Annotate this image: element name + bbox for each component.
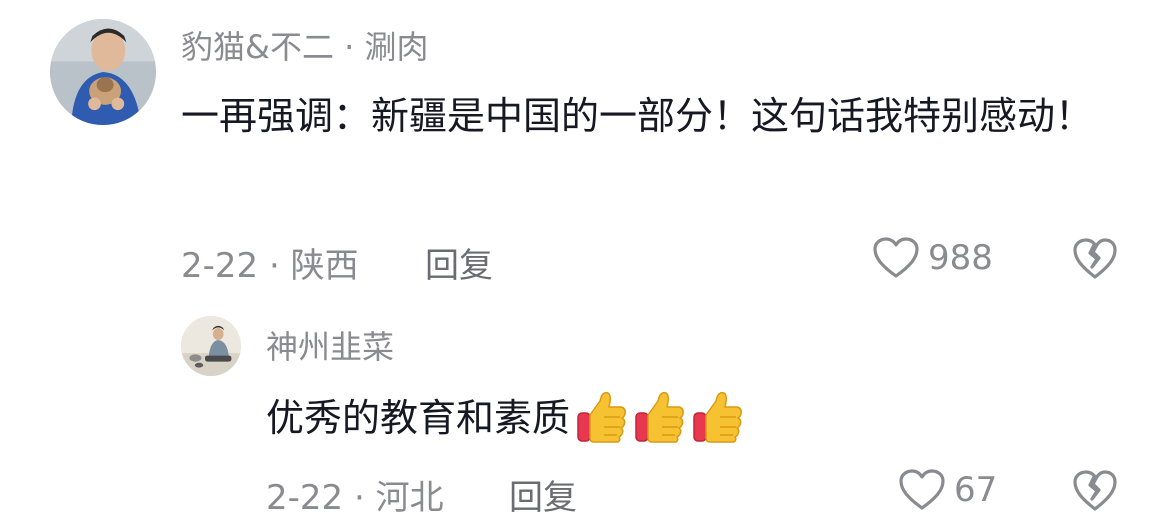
comment-date-location: 2-22 · 河北 [266,478,444,518]
avatar[interactable] [50,19,156,125]
comment-text-content: 优秀的教育和素质 [266,396,571,440]
thumbs-up-emoji-icon [634,387,686,445]
dislike-button[interactable] [1072,237,1118,281]
avatar-photo [181,316,241,376]
like-count: 67 [954,470,998,510]
heart-outline-icon [872,236,920,280]
comment-text: 一再强调：新疆是中国的一部分！这句话我特别感动！ [181,94,1094,138]
avatar-photo [50,19,156,125]
like-count: 988 [928,238,993,278]
comment-date-location: 2-22 · 陕西 [181,246,359,286]
username[interactable]: 豹猫&不二 · 涮肉 [181,22,428,68]
username[interactable]: 神州韭菜 [266,322,394,368]
broken-heart-icon [1072,469,1118,513]
dislike-button[interactable] [1072,469,1118,513]
like-button[interactable]: 988 [872,236,993,280]
broken-heart-icon [1072,237,1118,281]
like-button[interactable]: 67 [898,468,997,512]
comment-text: 优秀的教育和素质 [266,387,1146,450]
avatar[interactable] [181,316,241,376]
heart-outline-icon [898,468,946,512]
reply-button[interactable]: 回复 [509,470,577,519]
thumbs-up-emoji-icon [692,387,744,445]
thumbs-up-emoji-icon [576,387,628,445]
reply-button[interactable]: 回复 [425,238,493,287]
